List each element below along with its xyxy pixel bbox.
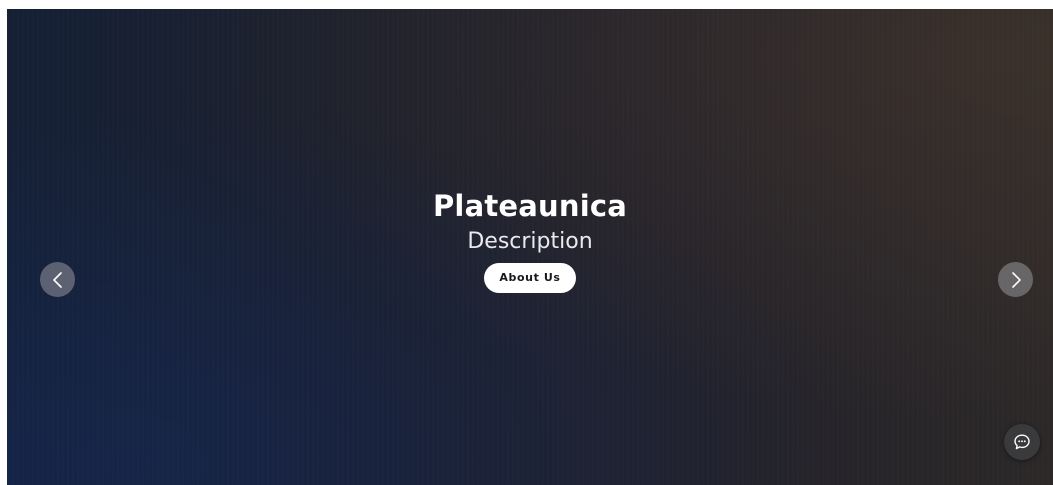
hero-slider: Plateaunica Description About Us xyxy=(7,9,1053,485)
chat-button[interactable] xyxy=(1004,424,1040,460)
carousel-prev-button[interactable] xyxy=(40,262,75,297)
carousel-next-button[interactable] xyxy=(998,262,1033,297)
chat-bubble-icon xyxy=(1014,434,1030,450)
chevron-right-icon xyxy=(1011,271,1021,288)
hero-description: Description xyxy=(467,229,593,254)
hero-title: Plateaunica xyxy=(432,189,628,223)
chevron-left-icon xyxy=(52,271,62,288)
about-us-button[interactable]: About Us xyxy=(484,263,576,293)
hero-content: Plateaunica Description About Us xyxy=(7,187,1053,293)
